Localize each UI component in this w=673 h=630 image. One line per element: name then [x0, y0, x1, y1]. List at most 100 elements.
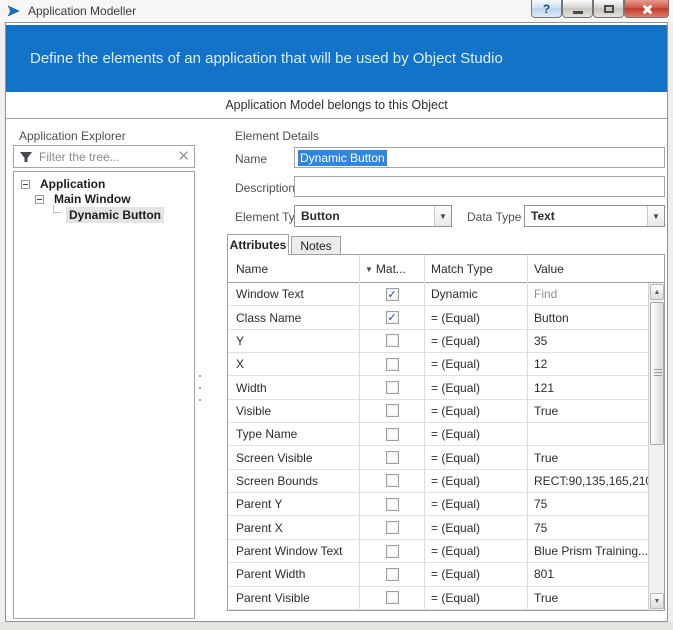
table-row[interactable]: Parent Y = (Equal) 75: [228, 493, 649, 516]
attribute-name: Width: [236, 376, 356, 398]
tab-attributes[interactable]: Attributes: [227, 234, 289, 255]
filter-funnel-icon: [19, 150, 33, 164]
match-checkbox[interactable]: [386, 474, 399, 487]
window-title: Application Modeller: [28, 4, 136, 18]
attribute-name: Class Name: [236, 306, 356, 328]
tree-connector: [53, 205, 61, 213]
table-row[interactable]: Parent Visible = (Equal) True: [228, 587, 649, 610]
splitter-handle[interactable]: [199, 375, 201, 377]
table-row[interactable]: Y = (Equal) 35: [228, 330, 649, 353]
match-checkbox-cell: [360, 470, 424, 492]
match-checkbox[interactable]: [386, 334, 399, 347]
splitter-handle[interactable]: [199, 399, 201, 401]
match-checkbox[interactable]: ✓: [386, 288, 399, 301]
close-button[interactable]: [624, 0, 669, 18]
data-type-dropdown[interactable]: Text ▼: [524, 205, 665, 227]
attributes-table-header[interactable]: Name ▼ Mat... Match Type Value: [228, 255, 664, 283]
arrow-down-icon: ▼: [654, 598, 661, 605]
table-row[interactable]: Parent X = (Equal) 75: [228, 517, 649, 540]
scroll-down-button[interactable]: ▼: [650, 593, 664, 609]
column-header-match[interactable]: ▼ Mat...: [365, 255, 406, 283]
splitter-handle[interactable]: [199, 387, 201, 389]
tab-notes[interactable]: Notes: [291, 236, 341, 255]
match-checkbox[interactable]: [386, 404, 399, 417]
match-type: = (Equal): [431, 517, 527, 539]
attributes-rows: Window Text ✓ Dynamic Find Class Name ✓ …: [228, 283, 649, 610]
name-input[interactable]: Dynamic Button: [294, 147, 665, 168]
match-checkbox-cell: [360, 493, 424, 515]
minimize-icon: [573, 11, 583, 14]
application-explorer-label: Application Explorer: [19, 129, 126, 143]
match-checkbox[interactable]: [386, 545, 399, 558]
match-type: = (Equal): [431, 353, 527, 375]
chevron-down-icon: ▼: [647, 206, 664, 226]
attribute-name: Parent Y: [236, 493, 356, 515]
attribute-value: Find: [534, 283, 649, 305]
attribute-value: 35: [534, 330, 649, 352]
table-row[interactable]: Screen Bounds = (Equal) RECT:90,135,165,…: [228, 470, 649, 493]
element-type-dropdown[interactable]: Button ▼: [294, 205, 452, 227]
table-row[interactable]: Type Name = (Equal): [228, 423, 649, 446]
table-row[interactable]: Screen Visible = (Equal) True: [228, 446, 649, 469]
attribute-value: True: [534, 400, 649, 422]
match-checkbox-cell: [360, 446, 424, 468]
match-checkbox[interactable]: ✓: [386, 311, 399, 324]
table-row[interactable]: Window Text ✓ Dynamic Find: [228, 283, 649, 306]
match-checkbox[interactable]: [386, 498, 399, 511]
match-checkbox-cell: ✓: [360, 306, 424, 328]
table-row[interactable]: Parent Window Text = (Equal) Blue Prism …: [228, 540, 649, 563]
scroll-up-button[interactable]: ▲: [650, 284, 664, 300]
column-header-name[interactable]: Name: [236, 255, 268, 283]
match-type: = (Equal): [431, 470, 527, 492]
element-type-value: Button: [301, 209, 340, 223]
table-row[interactable]: Class Name ✓ = (Equal) Button: [228, 306, 649, 329]
match-checkbox[interactable]: [386, 591, 399, 604]
match-type: = (Equal): [431, 376, 527, 398]
table-row[interactable]: X = (Equal) 12: [228, 353, 649, 376]
column-header-value[interactable]: Value: [534, 255, 564, 283]
attribute-name: Parent X: [236, 517, 356, 539]
match-checkbox[interactable]: [386, 381, 399, 394]
match-type: = (Equal): [431, 446, 527, 468]
match-checkbox-cell: [360, 540, 424, 562]
filter-placeholder: Filter the tree...: [39, 150, 120, 164]
tree-item-dynamic-button[interactable]: Dynamic Button: [66, 207, 164, 223]
table-row[interactable]: Parent Width = (Equal) 801: [228, 563, 649, 586]
column-header-match-type[interactable]: Match Type: [431, 255, 493, 283]
window-edge: [0, 622, 673, 630]
minimize-button[interactable]: [562, 0, 593, 18]
data-type-value: Text: [531, 209, 555, 223]
app-icon: [7, 4, 21, 18]
table-row[interactable]: Visible = (Equal) True: [228, 400, 649, 423]
match-checkbox[interactable]: [386, 568, 399, 581]
expander-icon[interactable]: [35, 195, 44, 204]
attribute-name: Screen Bounds: [236, 470, 356, 492]
application-tree[interactable]: Application Main Window Dynamic Button: [13, 171, 195, 619]
match-checkbox-cell: [360, 517, 424, 539]
maximize-button[interactable]: [593, 0, 624, 18]
table-row[interactable]: Width = (Equal) 121: [228, 376, 649, 399]
help-button[interactable]: ?: [531, 0, 562, 18]
scrollbar-thumb[interactable]: [650, 302, 664, 445]
match-checkbox[interactable]: [386, 521, 399, 534]
vertical-scrollbar[interactable]: ▲ ▼: [648, 283, 664, 610]
tree-item-main-window[interactable]: Main Window: [54, 192, 131, 206]
filter-tree-input[interactable]: Filter the tree... ✕: [13, 145, 195, 168]
description-input[interactable]: [294, 176, 665, 197]
attribute-name: Parent Width: [236, 563, 356, 585]
element-details-label: Element Details: [235, 129, 319, 143]
expander-icon[interactable]: [21, 180, 30, 189]
filter-clear-icon[interactable]: ✕: [177, 147, 190, 165]
attribute-value: True: [534, 587, 649, 609]
tree-item-application[interactable]: Application: [40, 177, 105, 191]
titlebar[interactable]: Application Modeller ?: [0, 0, 673, 22]
match-checkbox-cell: [360, 376, 424, 398]
maximize-icon: [604, 5, 614, 13]
column-header-match-label: Mat...: [376, 262, 406, 276]
attribute-name: Visible: [236, 400, 356, 422]
match-checkbox[interactable]: [386, 358, 399, 371]
match-checkbox[interactable]: [386, 451, 399, 464]
attribute-value: 12: [534, 353, 649, 375]
sort-descending-icon: ▼: [365, 265, 373, 274]
match-checkbox[interactable]: [386, 428, 399, 441]
